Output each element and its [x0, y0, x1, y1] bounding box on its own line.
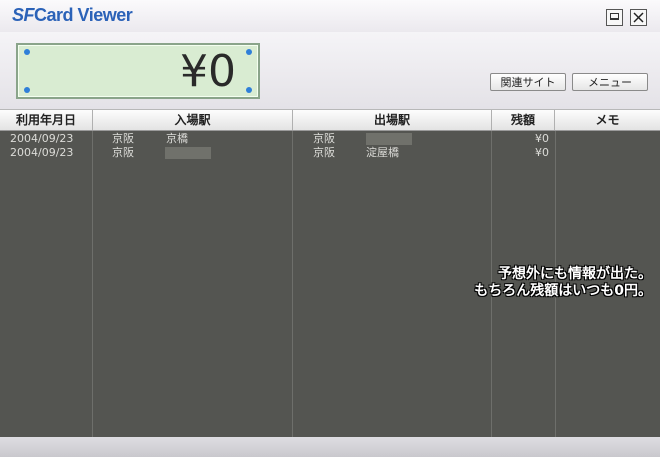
date-cell: 2004/09/23 — [10, 132, 74, 145]
column-header-memo[interactable]: メモ — [555, 110, 660, 130]
entry-station-cell: 京橋 — [166, 132, 188, 145]
close-button[interactable] — [630, 9, 647, 26]
minimize-button[interactable] — [606, 9, 623, 26]
corner-dot — [246, 49, 252, 55]
column-divider — [292, 131, 293, 437]
entry-company-cell: 京阪 — [112, 146, 134, 159]
app-logo: SFCard Viewer — [12, 5, 133, 25]
table-row[interactable]: 2004/09/23 京阪 京橋 京阪 ¥0 — [0, 132, 660, 146]
date-cell: 2004/09/23 — [10, 146, 74, 159]
corner-dot — [246, 87, 252, 93]
balance-display: ¥0 — [16, 43, 260, 99]
balance-cell: ¥0 — [535, 146, 549, 159]
redacted-station — [366, 133, 412, 145]
column-header-balance[interactable]: 残額 — [492, 110, 555, 130]
exit-company-cell: 京阪 — [313, 146, 335, 159]
exit-station-cell: 淀屋橋 — [366, 146, 399, 159]
caption-line: 予想外にも情報が出た。 — [498, 266, 652, 282]
column-divider — [92, 131, 93, 437]
title-bar: SFCard Viewer — [0, 0, 660, 32]
redacted-station — [165, 147, 211, 159]
balance-cell: ¥0 — [535, 132, 549, 145]
related-sites-button[interactable]: 関連サイト — [490, 73, 566, 91]
caption-line: もちろん残額はいつも0円。 — [474, 283, 652, 299]
menu-button[interactable]: メニュー — [572, 73, 648, 91]
corner-dot — [24, 49, 30, 55]
table-row[interactable]: 2004/09/23 京阪 京阪 淀屋橋 ¥0 — [0, 146, 660, 160]
column-header-entry-station[interactable]: 入場駅 — [93, 110, 293, 130]
table-header: 利用年月日 入場駅 出場駅 残額 メモ — [0, 109, 660, 131]
balance-amount: ¥0 — [180, 46, 236, 97]
column-header-exit-station[interactable]: 出場駅 — [293, 110, 492, 130]
entry-company-cell: 京阪 — [112, 132, 134, 145]
status-bar — [0, 437, 660, 457]
corner-dot — [24, 87, 30, 93]
exit-company-cell: 京阪 — [313, 132, 335, 145]
column-header-date[interactable]: 利用年月日 — [0, 110, 93, 130]
close-icon — [633, 12, 644, 23]
caption-overlay: 予想外にも情報が出た。 もちろん残額はいつも0円。 — [474, 266, 652, 300]
